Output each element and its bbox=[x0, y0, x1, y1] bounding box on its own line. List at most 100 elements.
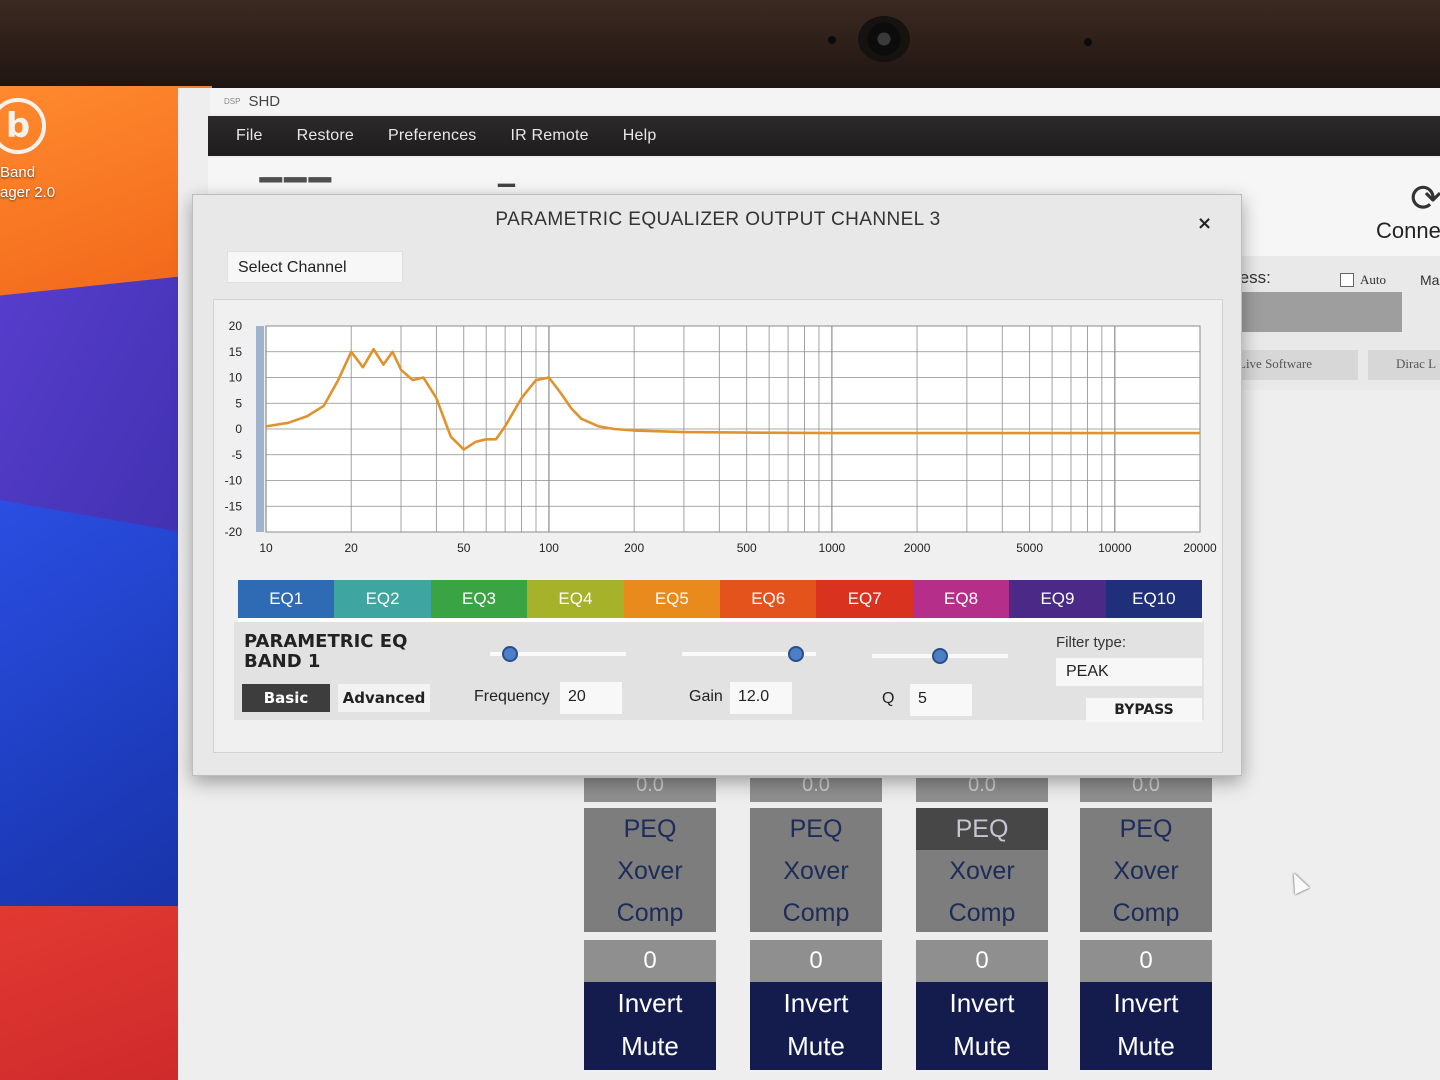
band-title-line2: BAND 1 bbox=[244, 651, 321, 672]
menu-file[interactable]: File bbox=[236, 127, 263, 145]
x-tick-label: 500 bbox=[737, 541, 757, 555]
frequency-slider-knob[interactable] bbox=[502, 646, 519, 662]
peq-dialog: PARAMETRIC EQUALIZER OUTPUT CHANNEL 3 × … bbox=[192, 194, 1242, 776]
advanced-button[interactable]: Advanced bbox=[338, 684, 430, 712]
menu-ir-remote[interactable]: IR Remote bbox=[511, 127, 589, 145]
window-title: SHD bbox=[248, 92, 281, 110]
peq-button[interactable]: PEQ bbox=[750, 808, 882, 850]
level-readout: 0.0 bbox=[750, 778, 882, 802]
mute-button[interactable]: Mute bbox=[916, 1025, 1048, 1068]
tab-dirac[interactable]: Dirac L bbox=[1368, 350, 1440, 380]
basic-button[interactable]: Basic bbox=[242, 684, 330, 712]
level-meter bbox=[256, 326, 264, 532]
delay-value[interactable]: 0 bbox=[1080, 940, 1212, 982]
y-tick-label: 15 bbox=[229, 345, 243, 359]
xover-button[interactable]: Xover bbox=[1080, 850, 1212, 892]
channel-strip: 0.0 PEQ Xover Comp 0 Invert Mute bbox=[1080, 778, 1212, 1070]
band-controls: PARAMETRIC EQ BAND 1 Basic Advanced Freq… bbox=[234, 622, 1204, 722]
eq-tab-1[interactable]: EQ1 bbox=[238, 580, 335, 618]
laptop-bezel bbox=[0, 0, 1440, 92]
eq-tab-6[interactable]: EQ6 bbox=[720, 580, 817, 618]
q-slider[interactable] bbox=[872, 648, 1008, 664]
level-readout: 0.0 bbox=[584, 778, 716, 802]
invert-button[interactable]: Invert bbox=[916, 982, 1048, 1025]
mute-button[interactable]: Mute bbox=[1080, 1025, 1212, 1068]
menu-bar: File Restore Preferences IR Remote Help bbox=[208, 116, 1440, 156]
y-tick-label: 10 bbox=[229, 371, 243, 385]
menu-help[interactable]: Help bbox=[623, 127, 657, 145]
comp-button[interactable]: Comp bbox=[584, 892, 716, 934]
frequency-input[interactable]: 20 bbox=[560, 682, 622, 714]
comp-button[interactable]: Comp bbox=[750, 892, 882, 934]
menu-restore[interactable]: Restore bbox=[297, 127, 354, 145]
eq-tab-2[interactable]: EQ2 bbox=[334, 580, 431, 618]
eq-tab-10[interactable]: EQ10 bbox=[1105, 580, 1203, 618]
y-tick-label: -15 bbox=[225, 499, 243, 513]
desktop-icon-label[interactable]: ager 2.0 bbox=[0, 184, 80, 201]
connect-button[interactable]: ⟳ Connect bbox=[1376, 178, 1440, 243]
mute-button[interactable]: Mute bbox=[750, 1025, 882, 1068]
q-slider-knob[interactable] bbox=[932, 648, 948, 664]
desktop-icon-label[interactable]: Band bbox=[0, 164, 80, 181]
auto-checkbox[interactable]: Auto bbox=[1340, 272, 1386, 288]
dialog-title: PARAMETRIC EQUALIZER OUTPUT CHANNEL 3 bbox=[495, 209, 941, 230]
eq-tab-4[interactable]: EQ4 bbox=[527, 580, 624, 618]
filter-type-select[interactable]: PEAK bbox=[1056, 658, 1202, 686]
checkbox-icon[interactable] bbox=[1340, 273, 1354, 287]
close-icon[interactable]: × bbox=[1197, 213, 1212, 234]
band-manager-icon[interactable]: b bbox=[0, 98, 46, 154]
delay-value[interactable]: 0 bbox=[916, 940, 1048, 982]
menu-preferences[interactable]: Preferences bbox=[388, 127, 476, 145]
refresh-icon: ⟳ bbox=[1410, 178, 1440, 220]
comp-button[interactable]: Comp bbox=[916, 892, 1048, 934]
gain-slider-knob[interactable] bbox=[787, 646, 804, 662]
address-field[interactable] bbox=[1238, 292, 1402, 332]
xover-button[interactable]: Xover bbox=[750, 850, 882, 892]
x-tick-label: 2000 bbox=[904, 541, 931, 555]
eq-tab-5[interactable]: EQ5 bbox=[623, 580, 721, 618]
gain-label: Gain bbox=[689, 688, 723, 705]
channel-strip: 0.0 PEQ Xover Comp 0 Invert Mute bbox=[750, 778, 882, 1070]
comp-button[interactable]: Comp bbox=[1080, 892, 1212, 934]
eq-tab-7[interactable]: EQ7 bbox=[816, 580, 913, 618]
peq-button[interactable]: PEQ bbox=[1080, 808, 1212, 850]
bypass-button[interactable]: BYPASS bbox=[1086, 698, 1202, 722]
y-tick-label: 0 bbox=[235, 422, 242, 436]
mute-button[interactable]: Mute bbox=[584, 1025, 716, 1068]
y-tick-label: -20 bbox=[225, 525, 243, 539]
eq-tab-9[interactable]: EQ9 bbox=[1009, 580, 1106, 618]
connect-label: Connect bbox=[1376, 218, 1440, 243]
tab-live-software[interactable]: Live Software bbox=[1232, 350, 1358, 380]
peq-button[interactable]: PEQ bbox=[916, 808, 1048, 850]
peq-button[interactable]: PEQ bbox=[584, 808, 716, 850]
select-channel-dropdown[interactable]: Select Channel bbox=[227, 251, 403, 283]
delay-value[interactable]: 0 bbox=[750, 940, 882, 982]
gain-input[interactable]: 12.0 bbox=[730, 682, 792, 714]
invert-button[interactable]: Invert bbox=[750, 982, 882, 1025]
x-tick-label: 10 bbox=[259, 541, 273, 555]
delay-value[interactable]: 0 bbox=[584, 940, 716, 982]
y-tick-label: 20 bbox=[229, 319, 243, 333]
invert-button[interactable]: Invert bbox=[584, 982, 716, 1025]
invert-button[interactable]: Invert bbox=[1080, 982, 1212, 1025]
x-tick-label: 50 bbox=[457, 541, 471, 555]
x-tick-label: 10000 bbox=[1098, 541, 1132, 555]
eq-panel: 20 15 10 5 0 -5 -10 -15 -20 10 20 50 100 200 500 1000 20… bbox=[213, 299, 1223, 753]
frequency-slider[interactable] bbox=[490, 646, 626, 662]
frequency-label: Frequency bbox=[474, 688, 550, 705]
xover-button[interactable]: Xover bbox=[916, 850, 1048, 892]
y-tick-label: -10 bbox=[225, 474, 243, 488]
gain-slider[interactable] bbox=[682, 646, 816, 662]
eq-tab-8[interactable]: EQ8 bbox=[912, 580, 1010, 618]
eq-tab-3[interactable]: EQ3 bbox=[430, 580, 528, 618]
x-tick-label: 100 bbox=[539, 541, 559, 555]
invert-mute-group: Invert Mute bbox=[750, 982, 882, 1070]
webcam bbox=[858, 16, 910, 62]
xover-button[interactable]: Xover bbox=[584, 850, 716, 892]
q-input[interactable]: 5 bbox=[910, 684, 972, 716]
connection-panel: ress: Auto Ma Live Software Dirac L bbox=[1230, 256, 1440, 390]
y-tick-label: 5 bbox=[235, 396, 242, 410]
invert-mute-group: Invert Mute bbox=[584, 982, 716, 1070]
x-tick-label: 5000 bbox=[1016, 541, 1043, 555]
invert-mute-group: Invert Mute bbox=[916, 982, 1048, 1070]
